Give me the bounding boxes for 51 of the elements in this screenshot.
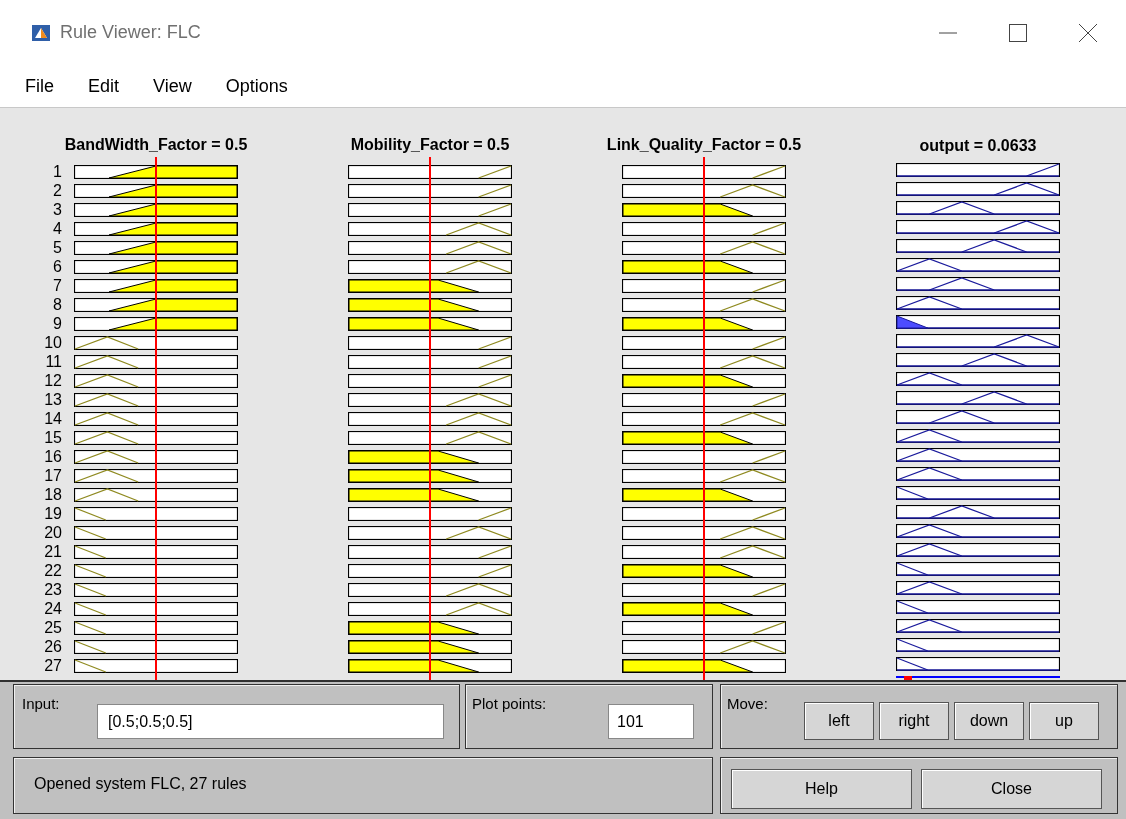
rule-number: 14 bbox=[43, 412, 62, 426]
variable-title: Link_Quality_Factor = 0.5 bbox=[606, 135, 802, 155]
menu-item[interactable]: Options bbox=[225, 72, 288, 100]
close-icon[interactable] bbox=[1078, 22, 1098, 43]
rule-number: 26 bbox=[43, 640, 62, 654]
rule-number: 10 bbox=[43, 336, 62, 350]
window-title: Rule Viewer: FLC bbox=[60, 21, 201, 44]
rule-number: 4 bbox=[52, 222, 62, 236]
menu-item[interactable]: Edit bbox=[88, 72, 120, 100]
dialog-button[interactable]: Help bbox=[731, 769, 912, 809]
move-button[interactable]: down bbox=[954, 702, 1024, 740]
rule-number: 25 bbox=[43, 621, 62, 635]
move-button[interactable]: right bbox=[879, 702, 949, 740]
rule-number: 2 bbox=[52, 184, 62, 198]
menu-item[interactable]: File bbox=[25, 72, 54, 100]
input-label: Input: bbox=[22, 694, 61, 714]
plot-points-field[interactable]: 101 bbox=[608, 704, 694, 739]
rule-number: 23 bbox=[43, 583, 62, 597]
status-message: Opened system FLC, 27 rules bbox=[34, 774, 247, 794]
rule-number: 17 bbox=[43, 469, 62, 483]
rule-number: 1 bbox=[52, 165, 62, 179]
rule-number: 13 bbox=[43, 393, 62, 407]
maximize-icon[interactable] bbox=[1008, 22, 1028, 43]
rule-number: 16 bbox=[43, 450, 62, 464]
rule-number: 7 bbox=[52, 279, 62, 293]
rule-number: 24 bbox=[43, 602, 62, 616]
rule-number: 12 bbox=[43, 374, 62, 388]
move-button[interactable]: left bbox=[804, 702, 874, 740]
plot-points-label: Plot points: bbox=[472, 694, 548, 714]
rule-number: 19 bbox=[43, 507, 62, 521]
rule-number: 6 bbox=[52, 260, 62, 274]
dialog-button[interactable]: Close bbox=[921, 769, 1102, 809]
rule-number: 15 bbox=[43, 431, 62, 445]
rule-number: 18 bbox=[43, 488, 62, 502]
rule-number: 27 bbox=[43, 659, 62, 673]
rule-number: 8 bbox=[52, 298, 62, 312]
input-field[interactable]: [0.5;0.5;0.5] bbox=[97, 704, 444, 739]
rule-number: 21 bbox=[43, 545, 62, 559]
move-label: Move: bbox=[727, 694, 769, 714]
variable-title: BandWidth_Factor = 0.5 bbox=[64, 135, 248, 155]
rule-number: 5 bbox=[52, 241, 62, 255]
rule-number: 9 bbox=[52, 317, 62, 331]
variable-title: output = 0.0633 bbox=[919, 136, 1037, 156]
app-icon bbox=[32, 24, 50, 41]
menu-item[interactable]: View bbox=[153, 72, 192, 100]
rule-number: 3 bbox=[52, 203, 62, 217]
rule-number: 22 bbox=[43, 564, 62, 578]
rule-number: 11 bbox=[44, 355, 62, 369]
move-button[interactable]: up bbox=[1029, 702, 1099, 740]
rule-number: 20 bbox=[43, 526, 62, 540]
variable-title: Mobility_Factor = 0.5 bbox=[350, 135, 510, 155]
